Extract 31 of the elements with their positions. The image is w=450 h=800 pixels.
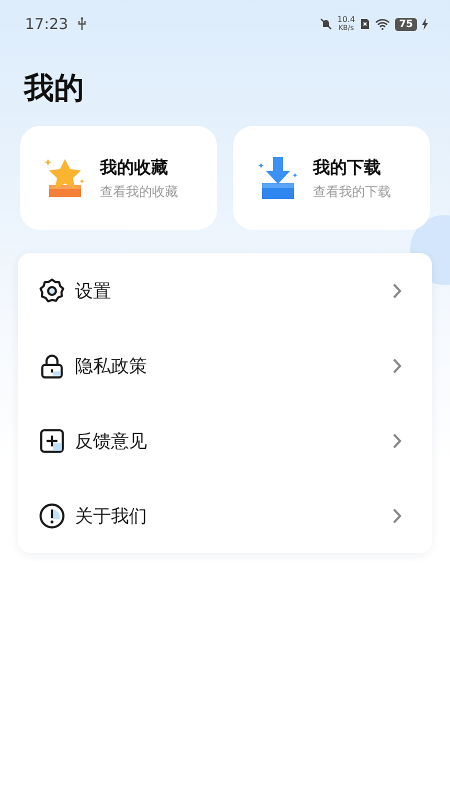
menu-item[interactable]: 关于我们 <box>18 478 432 553</box>
padlock-icon <box>39 352 65 378</box>
charging-icon <box>422 18 428 30</box>
menu-item[interactable]: 反馈意见 <box>18 403 432 478</box>
exclamation-circle-icon <box>39 502 65 528</box>
sim-card-icon <box>360 18 370 30</box>
shortcut-card[interactable]: 我的收藏 查看我的收藏 <box>20 126 217 230</box>
muted-bell-icon <box>320 18 332 30</box>
wifi-icon <box>375 18 390 30</box>
menu-label: 反馈意见 <box>75 430 148 452</box>
menu-label: 隐私政策 <box>75 354 148 378</box>
menu-item[interactable]: 隐私政策 <box>18 328 432 403</box>
chevron-right-icon <box>392 282 402 298</box>
card-title: 我的收藏 <box>100 156 169 178</box>
menu-label: 关于我们 <box>75 504 148 528</box>
shortcut-card[interactable]: 我的下载 查看我的下载 <box>233 126 430 230</box>
page-title: 我的 <box>24 70 85 108</box>
clock-time: 17:23 <box>25 15 68 33</box>
usb-icon <box>77 17 88 31</box>
menu-item[interactable]: 设置 <box>18 253 432 328</box>
battery-level: 75 <box>395 18 417 30</box>
network-speed: 10.4 <box>337 16 356 24</box>
card-subtitle: 查看我的下载 <box>313 184 391 200</box>
chevron-right-icon <box>392 358 402 374</box>
menu-label: 设置 <box>75 280 112 302</box>
card-title: 我的下载 <box>313 156 382 178</box>
gear-icon <box>39 278 65 304</box>
chevron-right-icon <box>392 432 402 448</box>
plus-square-icon <box>39 428 65 454</box>
chevron-right-icon <box>392 508 402 524</box>
card-subtitle: 查看我的收藏 <box>100 184 178 200</box>
